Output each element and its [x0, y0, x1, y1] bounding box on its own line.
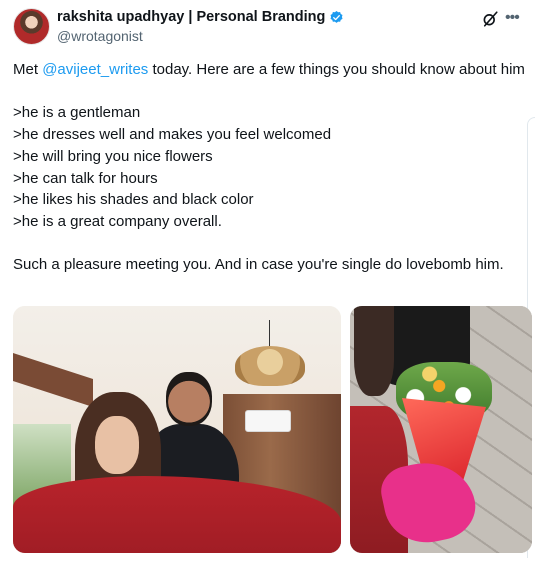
handle[interactable]: @wrotagonist [57, 28, 143, 44]
more-icon[interactable]: ••• [505, 9, 525, 27]
photo-woman-face [95, 416, 139, 474]
photo-man-head [166, 372, 212, 426]
tweet-text: Met @avijeet_writes today. Here are a fe… [13, 59, 525, 276]
grok-icon[interactable] [481, 10, 499, 28]
photo-lamp [235, 346, 305, 386]
avatar[interactable] [13, 8, 50, 45]
display-name[interactable]: rakshita upadhyay | Personal Branding [57, 9, 325, 25]
photo-hand [354, 306, 394, 396]
photo-air-conditioner [245, 410, 291, 432]
flowers-photo[interactable] [350, 306, 532, 553]
tweet[interactable]: rakshita upadhyay | Personal Branding @w… [0, 0, 535, 569]
tweet-text-prefix: Met [13, 61, 43, 78]
verified-badge-icon [330, 10, 343, 23]
author-row: rakshita upadhyay | Personal Branding [57, 9, 344, 25]
selfie-photo[interactable] [13, 306, 341, 553]
mention-link[interactable]: @avijeet_writes [42, 61, 148, 78]
tweet-text-body: today. Here are a few things you should … [13, 61, 525, 274]
